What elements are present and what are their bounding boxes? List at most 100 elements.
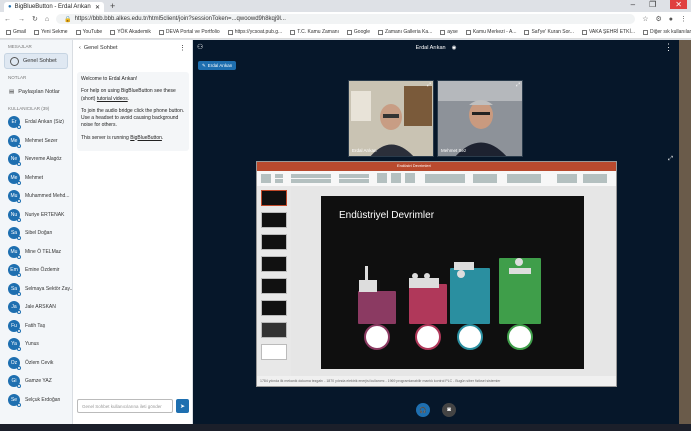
action-bar: 🎧 ◙ <box>193 400 679 420</box>
user-list-item[interactable]: Sa Sibel Doğan <box>0 224 72 243</box>
status-dot-icon <box>17 236 21 241</box>
slide-thumb[interactable] <box>261 300 287 316</box>
user-list-item[interactable]: Me Mehmet Sezer <box>0 132 72 151</box>
user-name: Erdal Arıkan (Siz) <box>25 119 64 126</box>
bookmark-icon <box>346 29 352 35</box>
address-bar-row: ← → ↻ ⌂ 🔒 https://bbb.bbb.alkes.edu.tr/h… <box>0 12 691 26</box>
fullscreen-icon[interactable]: ⤢ <box>668 156 673 163</box>
bookmark-item[interactable]: YouTube <box>75 29 103 35</box>
welcome-powered: This server is running BigBlueButton. <box>81 134 164 141</box>
avatar: Er <box>8 116 21 130</box>
webcam-2-expand-icon[interactable]: ⤢ <box>516 82 520 88</box>
bookmark-item[interactable]: DEVA Portal ve Portfolio <box>158 29 220 35</box>
forward-icon[interactable]: → <box>18 16 25 23</box>
shared-notes-item[interactable]: ▤ Paylaşılan Notlar <box>4 84 68 100</box>
avatar-initials: Me <box>10 174 18 181</box>
options-menu-icon[interactable]: ⋮ <box>664 42 673 53</box>
bookmark-item[interactable]: ayse <box>440 29 458 35</box>
bookmark-item[interactable]: T.C. Kamu Zamanı <box>290 29 339 35</box>
user-list-item[interactable]: Ya Yunus <box>0 335 72 354</box>
bookmark-item[interactable]: YÖK Akademik <box>110 29 151 35</box>
desktop-edge <box>679 40 691 431</box>
slide-thumb[interactable] <box>261 322 287 338</box>
webcam-1-expand-icon[interactable]: ⤢ <box>427 82 431 88</box>
chat-input[interactable]: Genel Sohbet kullanıcılarına ileti gönde… <box>77 399 173 413</box>
new-tab-icon[interactable]: + <box>110 1 115 11</box>
bookmark-label: T.C. Kamu Zamanı <box>297 29 339 35</box>
bookmark-label: ayse <box>447 29 458 35</box>
slide-thumb[interactable] <box>261 344 287 360</box>
bbb-link[interactable]: BigBlueButton <box>130 135 162 141</box>
recording-icon[interactable]: ◉ <box>452 45 457 51</box>
user-name: Mine Ö TELMaz <box>25 248 62 255</box>
url-field[interactable]: 🔒 https://bbb.bbb.alkes.edu.tr/html5clie… <box>56 14 636 24</box>
tutorial-link[interactable]: tutorial videos <box>97 96 128 102</box>
menu-icon[interactable]: ⋮ <box>680 15 687 23</box>
chat-icon <box>10 56 19 66</box>
close-window-icon[interactable]: ✕ <box>670 0 687 9</box>
bookmark-icon <box>440 29 446 35</box>
browser-tab[interactable]: ● BigBlueButton - Erdal Arıkan ✕ <box>4 2 104 12</box>
user-list-item[interactable]: Mu Muhammed Mehd... <box>0 187 72 206</box>
slide-thumb[interactable] <box>261 256 287 272</box>
chat-back-button[interactable]: ‹ Genel Sohbet <box>79 45 117 51</box>
star-icon[interactable]: ☆ <box>642 15 648 23</box>
bookmark-item[interactable]: https://ycsoat.pub.g... <box>227 29 282 35</box>
user-list-item[interactable]: Se Selçuk Erdoğan <box>0 391 72 410</box>
audio-headset-button[interactable]: 🎧 <box>416 403 430 417</box>
bookmark-item[interactable]: VAKA ŞEHRİ ETKİ... <box>581 29 635 35</box>
bookmark-item[interactable]: Zamanı Galleria Ka... <box>378 29 432 35</box>
screenshare-window[interactable]: Endüstri Devrimleri Endüstriyel Devrimle… <box>256 161 617 387</box>
reload-icon[interactable]: ↻ <box>32 15 38 23</box>
slide-thumb[interactable] <box>261 278 287 294</box>
slide-thumbnails <box>257 186 291 376</box>
user-list-item[interactable]: Me Mehmet <box>0 169 72 188</box>
user-list-item[interactable]: Fu Fatih Taş <box>0 317 72 336</box>
bookmark-item[interactable]: Kamu Merkezi - A... <box>465 29 516 35</box>
chat-options-icon[interactable]: ⋮ <box>179 44 186 52</box>
send-message-button[interactable]: ➤ <box>176 399 189 413</box>
bookmark-label: Gmail <box>13 29 27 35</box>
chevron-left-icon: ‹ <box>79 45 81 51</box>
webcam-tile-1[interactable]: Erdal Arıkan ⤢ <box>348 80 434 157</box>
user-list-item[interactable]: Oz Özlem Cevik <box>0 354 72 373</box>
back-icon[interactable]: ← <box>4 16 11 23</box>
status-dot-icon <box>17 143 21 148</box>
bookmark-item[interactable]: Yeni Sekme <box>34 29 68 35</box>
minimize-icon[interactable]: – <box>631 0 635 9</box>
presenter-name: Erdal Arıkan <box>207 63 233 68</box>
close-tab-icon[interactable]: ✕ <box>95 4 100 11</box>
user-list-item[interactable]: Sa Selmaya Sektör Zay... <box>0 280 72 299</box>
bookmark-label: YouTube <box>82 29 103 35</box>
user-list-item[interactable]: Er Erdal Arıkan (Siz) <box>0 113 72 132</box>
extensions-icon[interactable]: ⚙ <box>655 15 661 23</box>
profile-icon[interactable]: ● <box>669 16 673 23</box>
slide-thumb[interactable] <box>261 190 287 206</box>
bookmark-label: Diğer sık kullanılanlar <box>650 29 691 35</box>
user-list-item[interactable]: Em Emine Özdemir <box>0 261 72 280</box>
avatar: Oz <box>8 356 21 370</box>
webcam-tile-2[interactable]: Mehmet Sez ⤢ <box>437 80 523 157</box>
avatar-initials: Fu <box>11 322 17 329</box>
home-icon[interactable]: ⌂ <box>45 16 49 23</box>
user-list-item[interactable]: Ja Jale ARSKAN <box>0 298 72 317</box>
messages-header: MESAJLAR <box>8 44 32 49</box>
slide-thumb[interactable] <box>261 212 287 228</box>
user-list-item[interactable]: Ne Nevreme Alagöz <box>0 150 72 169</box>
public-chat-item[interactable]: Genel Sohbet <box>4 53 68 69</box>
avatar-initials: Sa <box>10 285 18 292</box>
avatar: Sa <box>8 282 21 296</box>
user-list-item[interactable]: Gi Gamze YAZ <box>0 372 72 391</box>
bookmark-item[interactable]: Gmail <box>6 29 26 35</box>
bookmark-item[interactable]: Saf'ye' Kuran Sor... <box>524 29 574 35</box>
slide-thumb[interactable] <box>261 234 287 250</box>
user-list-item[interactable]: Nu Nuriye ERTENAK <box>0 206 72 225</box>
maximize-icon[interactable]: ❐ <box>649 0 656 9</box>
presenter-badge[interactable]: ✎ Erdal Arıkan <box>198 61 237 70</box>
bookmark-item[interactable]: Diğer sık kullanılanlar <box>643 29 691 35</box>
webcam-button[interactable]: ◙ <box>442 403 456 417</box>
status-dot-icon <box>17 291 21 296</box>
avatar: Em <box>8 264 21 278</box>
user-list-item[interactable]: Mu Mine Ö TELMaz <box>0 243 72 262</box>
bookmark-item[interactable]: Google <box>346 29 370 35</box>
